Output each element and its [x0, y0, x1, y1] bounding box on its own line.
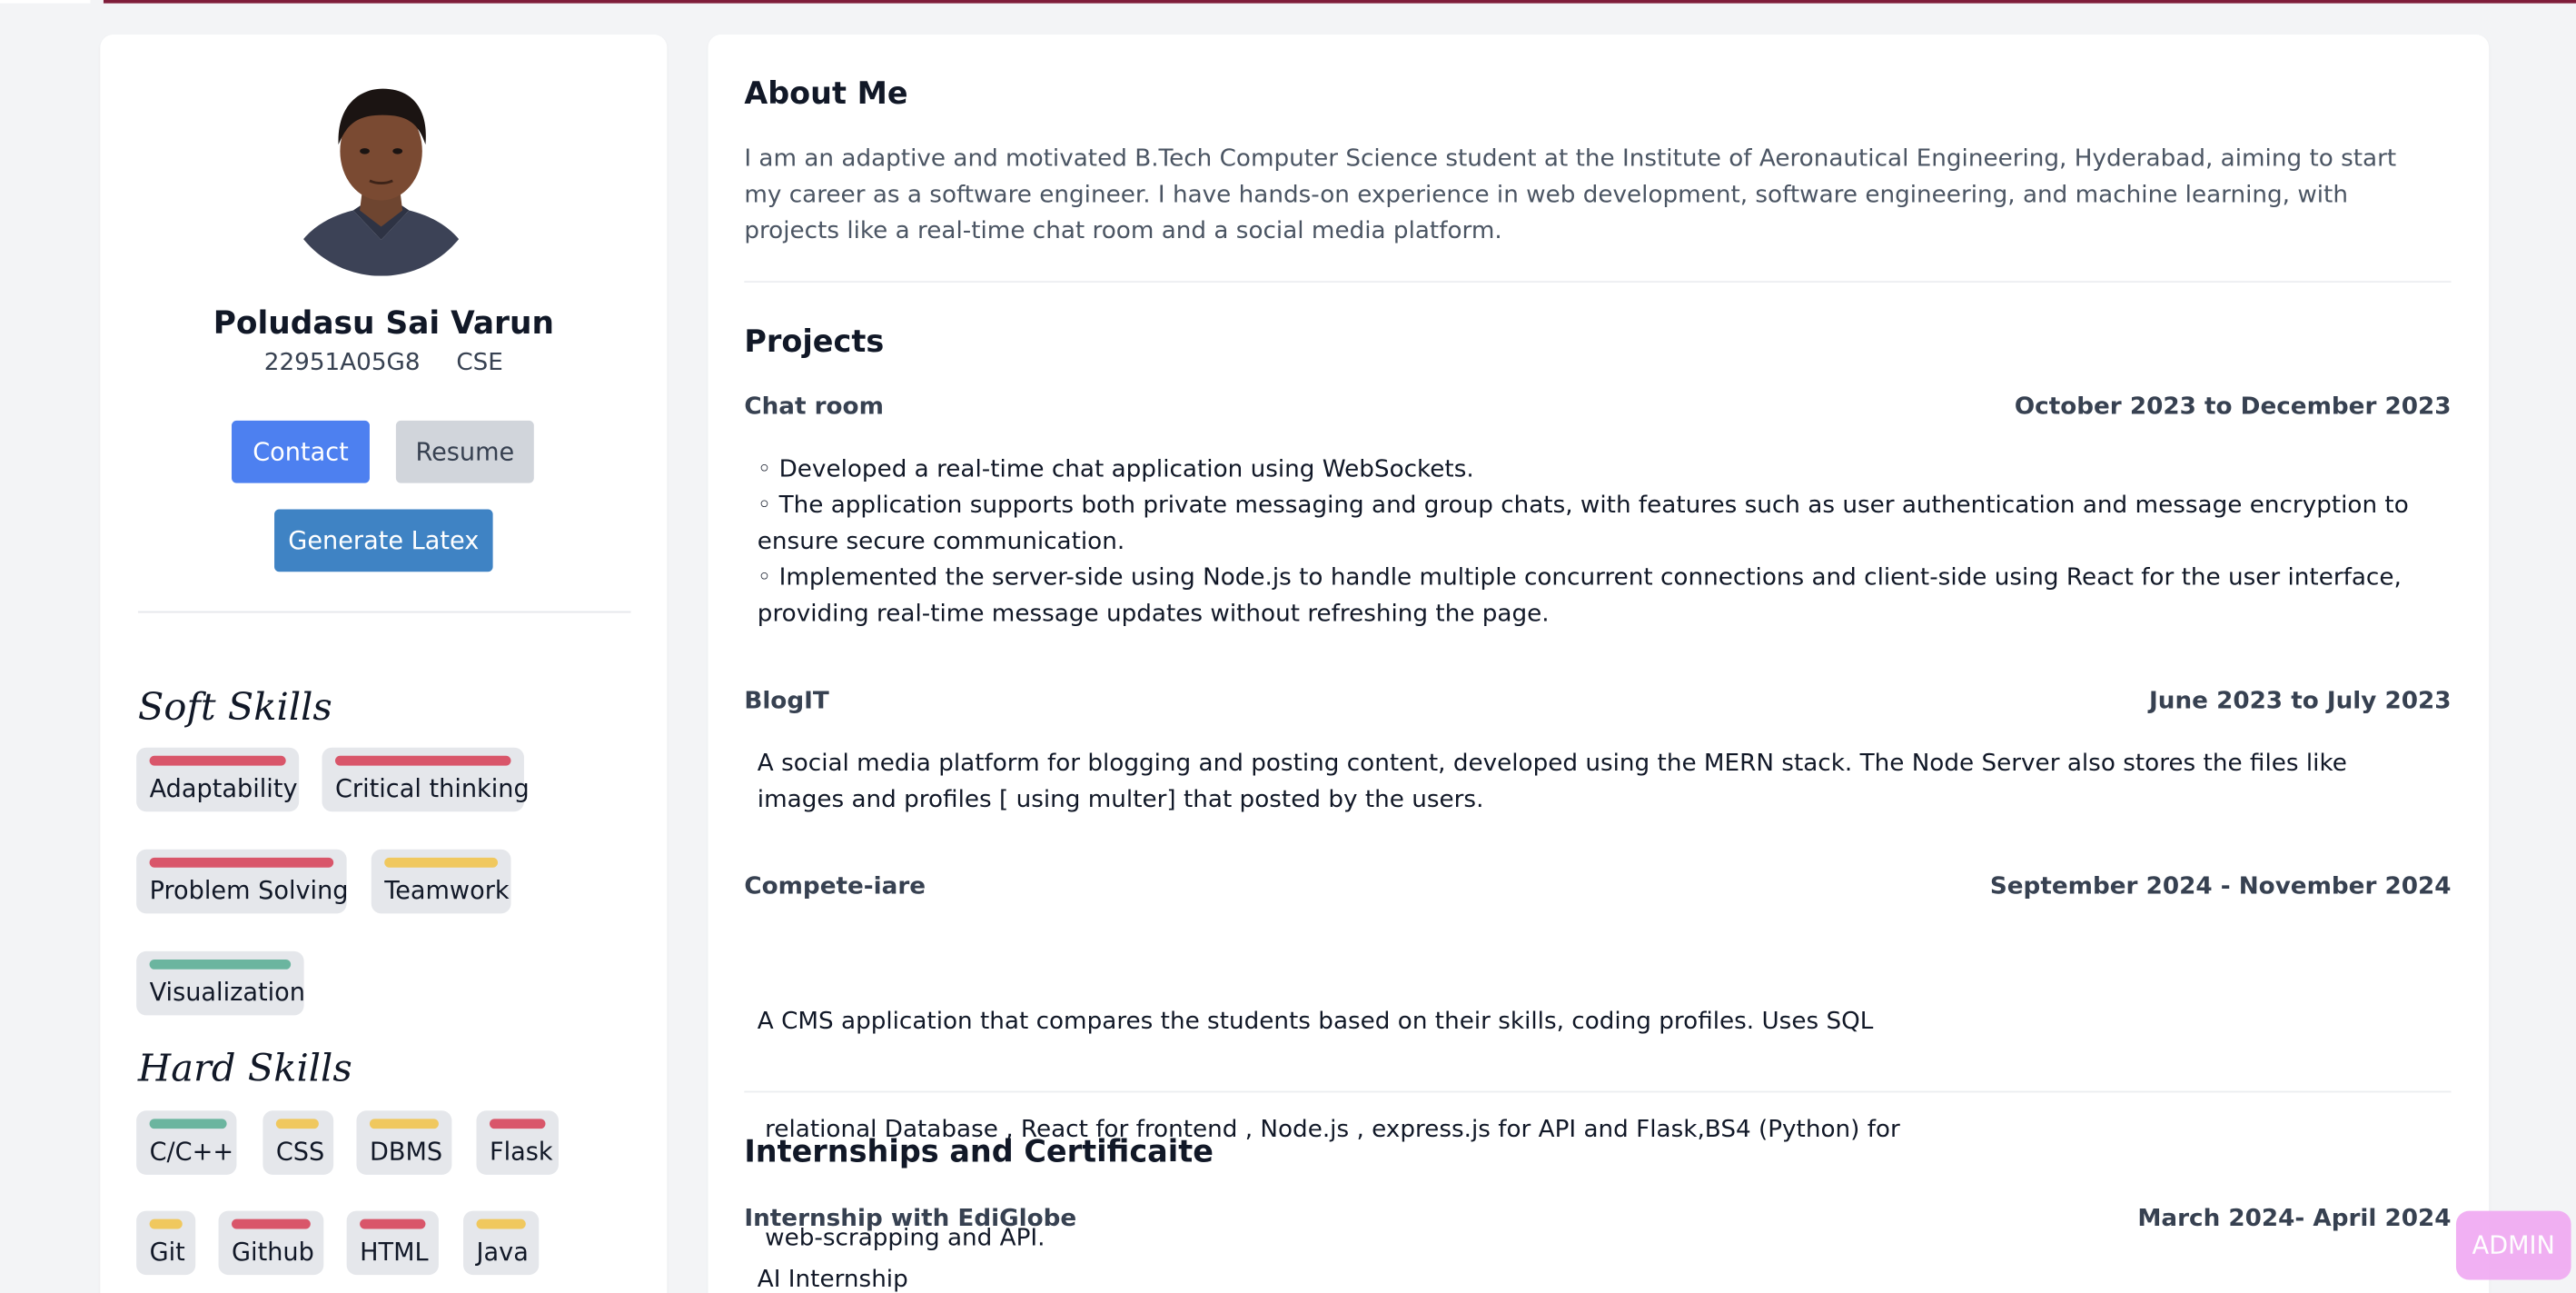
skill-label: C/C++: [149, 1137, 234, 1167]
project-title: Compete-iare: [744, 873, 926, 900]
skill-level-bar: [489, 1119, 546, 1129]
navbar-bottom-border: [103, 0, 2576, 4]
skill-level-bar: [275, 1119, 319, 1129]
skill-label: Git: [149, 1237, 185, 1268]
skill-chip: Visualization: [136, 950, 305, 1016]
skill-chip: Problem Solving: [136, 849, 349, 914]
skill-chip: HTML: [346, 1210, 439, 1276]
project-text: A social media platform for blogging and…: [757, 751, 2347, 814]
skill-chip: C/C++: [136, 1110, 237, 1175]
project-title: Chat room: [744, 393, 884, 421]
skill-label: Problem Solving: [149, 875, 349, 906]
about-text: I am an adaptive and motivated B.Tech Co…: [744, 145, 2397, 245]
project-bullet: ◦ Implemented the server-side using Node…: [757, 564, 2402, 628]
roll-number: 22951A05G8: [263, 350, 421, 377]
internship-title: Internship with EdiGlobe: [744, 1206, 1077, 1233]
branch: CSE: [456, 350, 503, 377]
profile-card: Poludasu Sai Varun 22951A05G8 CSE Contact…: [100, 34, 668, 1293]
internship-text: AI Internship: [757, 1267, 908, 1293]
project-date: September 2024 - November 2024: [1989, 873, 2452, 900]
section-divider: [744, 1090, 2452, 1093]
internships-heading: Internships and Certificaite: [744, 1135, 1214, 1170]
skill-label: CSS: [275, 1137, 325, 1167]
skill-level-bar: [149, 959, 292, 970]
skill-level-bar: [149, 755, 286, 766]
admin-button[interactable]: ADMIN: [2455, 1210, 2571, 1280]
resume-content-card: About Me I am an adaptive and motivated …: [708, 34, 2490, 1293]
skill-chip: Flask: [476, 1110, 559, 1175]
project-description: ◦ Developed a real-time chat application…: [758, 452, 2450, 632]
project-bullet: ◦ The application supports both private …: [757, 492, 2409, 556]
skill-chip: Git: [136, 1210, 196, 1276]
skill-label: Critical thinking: [334, 773, 530, 804]
skill-level-bar: [476, 1218, 526, 1229]
skill-chip: Adaptability: [136, 747, 300, 812]
divider: [137, 611, 631, 613]
skill-chip: Teamwork: [371, 849, 511, 914]
project-title: BlogIT: [744, 688, 829, 715]
soft-skills-heading: Soft Skills: [137, 686, 332, 730]
skill-level-bar: [334, 755, 511, 766]
avatar: [281, 75, 481, 276]
project-bullet: ◦ Developed a real-time chat application…: [757, 456, 1474, 483]
skill-chip: Java: [463, 1210, 540, 1276]
project-description: A CMS application that compares the stud…: [758, 931, 2450, 1293]
skill-chip: CSS: [263, 1110, 334, 1175]
skill-level-bar: [149, 857, 334, 868]
skill-level-bar: [369, 1119, 439, 1129]
skill-chip: Critical thinking: [322, 747, 530, 812]
skill-label: Java: [476, 1237, 529, 1268]
skill-label: Flask: [489, 1137, 553, 1167]
skill-level-bar: [384, 857, 499, 868]
project-description: A social media platform for blogging and…: [758, 746, 2401, 819]
resume-button[interactable]: Resume: [395, 420, 534, 483]
avatar-photo: [281, 75, 481, 276]
project-date: October 2023 to December 2023: [2014, 393, 2452, 421]
generate-latex-button[interactable]: Generate Latex: [274, 509, 493, 572]
skill-label: Visualization: [149, 977, 305, 1008]
hard-skills-heading: Hard Skills: [137, 1048, 352, 1091]
profile-name: Poludasu Sai Varun: [213, 305, 554, 343]
skill-level-bar: [360, 1218, 426, 1229]
skill-level-bar: [149, 1119, 227, 1129]
internship-description: AI Internship: [758, 1262, 2450, 1293]
skill-label: Teamwork: [384, 875, 510, 906]
skill-label: DBMS: [369, 1137, 443, 1167]
skill-chip: Github: [218, 1210, 324, 1276]
top-edge: [0, 0, 91, 4]
internship-date: March 2024- April 2024: [2137, 1206, 2452, 1233]
skill-label: HTML: [360, 1237, 429, 1268]
skill-label: Adaptability: [149, 773, 298, 804]
contact-button[interactable]: Contact: [232, 420, 370, 483]
projects-heading: Projects: [744, 325, 885, 360]
about-heading: About Me: [744, 76, 908, 112]
project-date: June 2023 to July 2023: [2149, 688, 2452, 715]
project-text: A CMS application that compares the stud…: [757, 1009, 1874, 1036]
skill-level-bar: [149, 1218, 183, 1229]
skill-label: Github: [232, 1237, 314, 1268]
skill-level-bar: [232, 1218, 311, 1229]
skill-chip: DBMS: [356, 1110, 452, 1175]
section-divider: [744, 281, 2452, 283]
profile-meta: 22951A05G8 CSE: [100, 350, 667, 376]
page: Poludasu Sai Varun 22951A05G8 CSE Contact…: [0, 0, 2576, 1293]
